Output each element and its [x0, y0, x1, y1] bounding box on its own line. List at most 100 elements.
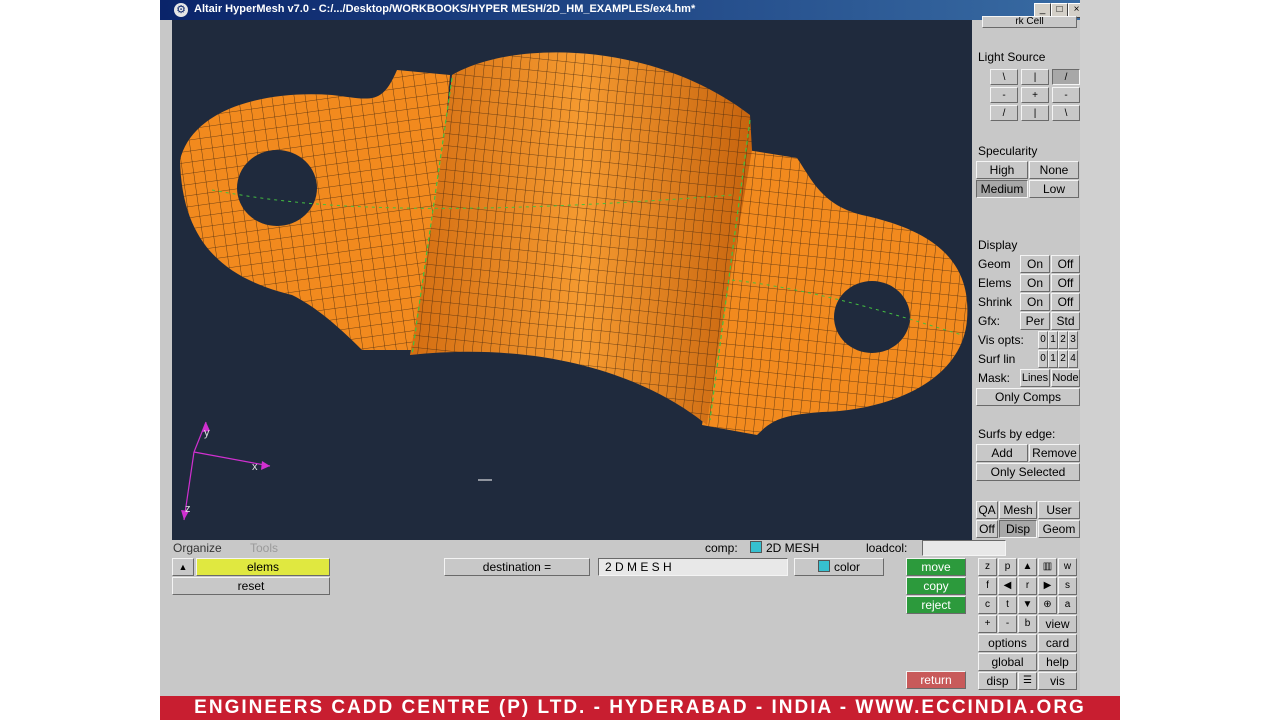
vis-opt-1[interactable]: 1 [1048, 331, 1058, 349]
spec-high-button[interactable]: High [976, 161, 1028, 179]
return-button[interactable]: return [906, 671, 966, 689]
light-btn-0[interactable]: \ [990, 69, 1018, 85]
gfx-label: Gfx: [978, 314, 1001, 328]
zoom-out-button[interactable]: - [998, 615, 1017, 633]
destination-field[interactable]: 2 D M E S H [598, 558, 788, 576]
geom-on-button[interactable]: On [1020, 255, 1050, 273]
elems-selector[interactable]: elems [196, 558, 330, 576]
light-btn-4[interactable]: + [1021, 87, 1049, 103]
tab-off[interactable]: Off [976, 520, 998, 538]
view-p-button[interactable]: p [998, 558, 1017, 576]
surf-lin-4[interactable]: 4 [1068, 350, 1078, 368]
vis-opt-3[interactable]: 3 [1068, 331, 1078, 349]
light-btn-3[interactable]: - [990, 87, 1018, 103]
axis-y-label: y [204, 427, 210, 439]
display-panel: rk Cell Light Source \ | / - + - / | \ S… [972, 16, 1080, 540]
axis-z-label: z [185, 503, 191, 515]
comp-label: comp: [705, 541, 738, 555]
rotate-up-icon[interactable]: ▲ [1018, 558, 1037, 576]
app-icon: ⚙ [174, 3, 188, 17]
light-btn-8[interactable]: \ [1052, 105, 1080, 121]
shrink-off-button[interactable]: Off [1051, 293, 1080, 311]
color-button[interactable]: color [794, 558, 884, 576]
reset-button[interactable]: reset [172, 577, 330, 595]
elems-on-button[interactable]: On [1020, 274, 1050, 292]
rotate-right-icon[interactable]: ▶ [1038, 577, 1057, 595]
light-btn-2[interactable]: / [1052, 69, 1080, 85]
reject-button[interactable]: reject [906, 596, 966, 614]
spec-none-button[interactable]: None [1029, 161, 1079, 179]
collector-up-button[interactable]: ▲ [172, 558, 194, 576]
elems-off-button[interactable]: Off [1051, 274, 1080, 292]
organize-tab[interactable]: Organize [173, 541, 222, 555]
surfs-by-edge-label: Surfs by edge: [978, 427, 1056, 441]
options-button[interactable]: options [978, 634, 1037, 652]
surf-lin-label: Surf lin [978, 352, 1016, 366]
view-f-button[interactable]: f [978, 577, 997, 595]
light-btn-7[interactable]: | [1021, 105, 1049, 121]
rotate-down-icon[interactable]: ▼ [1018, 596, 1037, 614]
tools-tab[interactable]: Tools [250, 541, 278, 555]
view-w-button[interactable]: w [1058, 558, 1077, 576]
disp-button[interactable]: disp [978, 672, 1017, 690]
surfs-remove-button[interactable]: Remove [1029, 444, 1080, 462]
spec-medium-button[interactable]: Medium [976, 180, 1028, 198]
mask-lines-button[interactable]: Lines [1020, 369, 1050, 387]
vis-opt-2[interactable]: 2 [1058, 331, 1068, 349]
tab-mesh[interactable]: Mesh [999, 501, 1037, 519]
title-bar: ⚙ Altair HyperMesh v7.0 - C:/.../Desktop… [160, 0, 1120, 20]
spec-low-button[interactable]: Low [1029, 180, 1079, 198]
comp-color-swatch [750, 541, 762, 553]
surf-lin-0[interactable]: 0 [1038, 350, 1048, 368]
color-swatch [817, 560, 830, 572]
view-b-button[interactable]: b [1018, 615, 1037, 633]
surfs-add-button[interactable]: Add [976, 444, 1028, 462]
color-button-label: color [833, 560, 860, 574]
side-strip [1080, 0, 1120, 696]
global-button[interactable]: global [978, 653, 1037, 671]
view-button[interactable]: view [1038, 615, 1077, 633]
tab-qa[interactable]: QA [976, 501, 998, 519]
surf-lin-1[interactable]: 1 [1048, 350, 1058, 368]
view-a-button[interactable]: a [1058, 596, 1077, 614]
card-button[interactable]: card [1038, 634, 1077, 652]
light-btn-6[interactable]: / [990, 105, 1018, 121]
light-btn-1[interactable]: | [1021, 69, 1049, 85]
loadcol-field[interactable] [922, 540, 1006, 556]
gfx-std-button[interactable]: Std [1051, 312, 1080, 330]
model-tree-icon[interactable]: ☰ [1018, 672, 1037, 690]
help-button[interactable]: help [1038, 653, 1077, 671]
gfx-per-button[interactable]: Per [1020, 312, 1050, 330]
view-c-button[interactable]: c [978, 596, 997, 614]
vis-button[interactable]: vis [1038, 672, 1077, 690]
rotate-left-icon[interactable]: ◀ [998, 577, 1017, 595]
surf-lin-2[interactable]: 2 [1058, 350, 1068, 368]
mask-node-button[interactable]: Node [1051, 369, 1080, 387]
display-label: Display [978, 238, 1018, 252]
destination-button[interactable]: destination = [444, 558, 590, 576]
graphics-viewport[interactable]: x y z [172, 20, 972, 540]
copy-button[interactable]: copy [906, 577, 966, 595]
shrink-on-button[interactable]: On [1020, 293, 1050, 311]
geom-off-button[interactable]: Off [1051, 255, 1080, 273]
elems-label: Elems [978, 276, 1012, 290]
mark-cell-button[interactable]: rk Cell [982, 16, 1077, 28]
view-t-button[interactable]: t [998, 596, 1017, 614]
view-s-button[interactable]: s [1058, 577, 1077, 595]
comp-value-text: 2D MESH [766, 541, 820, 555]
vis-opt-0[interactable]: 0 [1038, 331, 1048, 349]
tab-user[interactable]: User [1038, 501, 1080, 519]
center-crosshair-icon[interactable]: ⊕ [1038, 596, 1057, 614]
hypermesh-window: ⚙ Altair HyperMesh v7.0 - C:/.../Desktop… [160, 0, 1120, 696]
loadcol-label: loadcol: [866, 541, 908, 555]
only-selected-button[interactable]: Only Selected [976, 463, 1080, 481]
zoom-in-button[interactable]: + [978, 615, 997, 633]
view-z-button[interactable]: z [978, 558, 997, 576]
tab-geom[interactable]: Geom [1038, 520, 1080, 538]
move-button[interactable]: move [906, 558, 966, 576]
view-r-button[interactable]: r [1018, 577, 1037, 595]
panel-grid-icon[interactable]: ▥ [1038, 558, 1057, 576]
tab-disp[interactable]: Disp [999, 520, 1037, 538]
light-btn-5[interactable]: - [1052, 87, 1080, 103]
only-comps-button[interactable]: Only Comps [976, 388, 1080, 406]
